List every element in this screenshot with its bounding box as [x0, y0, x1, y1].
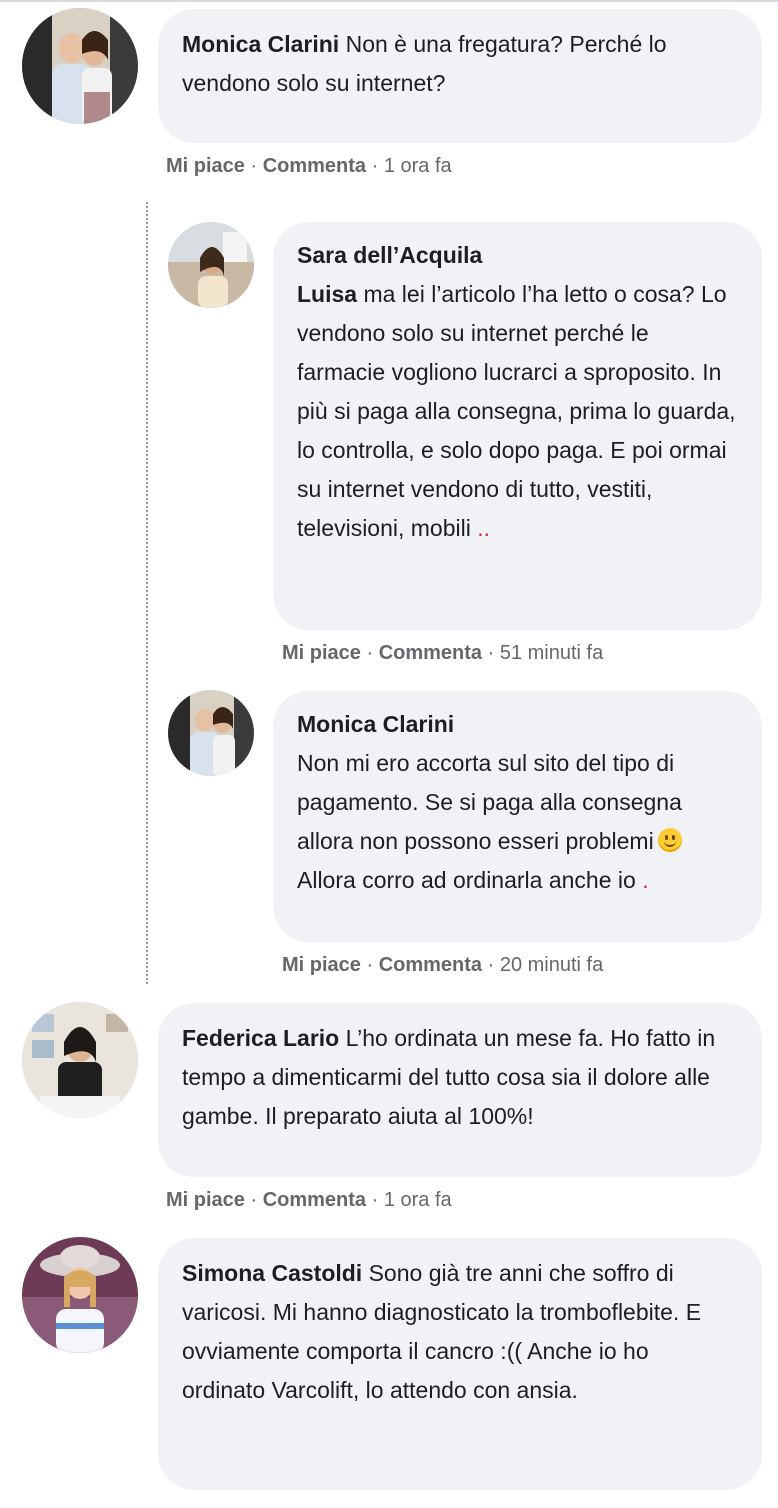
- comment-author[interactable]: Monica Clarini: [182, 31, 339, 57]
- comment-author[interactable]: Federica Lario: [182, 1025, 339, 1051]
- comment-timestamp: 1 ora fa: [383, 155, 452, 177]
- comment-actions: Mi piace · Commenta · 1 ora fa: [166, 1189, 452, 1211]
- reply-button[interactable]: Commenta: [379, 642, 482, 664]
- reply-trailing-mark: .: [642, 867, 649, 893]
- top-divider: [0, 0, 778, 2]
- reply-button[interactable]: Commenta: [263, 155, 366, 177]
- reply-timestamp: 20 minuti fa: [499, 954, 604, 976]
- reply-button[interactable]: Commenta: [263, 1189, 366, 1211]
- like-button[interactable]: Mi piace: [282, 642, 361, 664]
- comment-timestamp: 1 ora fa: [383, 1189, 452, 1211]
- reply-text-continued: Allora corro ad ordinarla anche io: [297, 867, 643, 893]
- avatar-photo-couple: [22, 8, 138, 124]
- comment-bubble: Federica Lario L’ho ordinata un mese fa.…: [158, 1003, 762, 1177]
- avatar-photo-woman-hat: [22, 1237, 138, 1353]
- avatar[interactable]: [22, 1237, 138, 1353]
- avatar[interactable]: [168, 222, 254, 308]
- avatar-photo-couple: [168, 690, 254, 776]
- avatar[interactable]: [22, 8, 138, 124]
- slightly-smiling-face-icon: [657, 828, 682, 852]
- like-button[interactable]: Mi piace: [166, 1189, 245, 1211]
- avatar[interactable]: [168, 690, 254, 776]
- avatar-photo-woman-office: [168, 222, 254, 308]
- reply-text: ma lei l’articolo l’ha letto o cosa? Lo …: [297, 281, 736, 541]
- like-button[interactable]: Mi piace: [282, 954, 361, 976]
- reply-actions: Mi piace · Commenta · 20 minuti fa: [282, 954, 604, 976]
- like-button[interactable]: Mi piace: [166, 155, 245, 177]
- avatar[interactable]: [22, 1002, 138, 1118]
- avatar-photo-woman-desk: [22, 1002, 138, 1118]
- reply-trailing-mark: ..: [477, 515, 491, 541]
- comment-bubble: Simona Castoldi Sono già tre anni che so…: [158, 1238, 762, 1490]
- reply-mention[interactable]: Luisa: [297, 281, 357, 307]
- reply-actions: Mi piace · Commenta · 51 minuti fa: [282, 642, 604, 664]
- reply-author[interactable]: Sara dell’Acquila: [297, 236, 738, 275]
- reply-bubble: Sara dell’Acquila Luisa ma lei l’articol…: [273, 222, 762, 630]
- reply-bubble: Monica Clarini Non mi ero accorta sul si…: [273, 691, 762, 942]
- comment-bubble: Monica Clarini Non è una fregatura? Perc…: [158, 9, 762, 143]
- comment-actions: Mi piace · Commenta · 1 ora fa: [166, 155, 452, 177]
- reply-button[interactable]: Commenta: [379, 954, 482, 976]
- reply-author[interactable]: Monica Clarini: [297, 705, 738, 744]
- reply-thread-line: [146, 202, 148, 984]
- comment-author[interactable]: Simona Castoldi: [182, 1260, 362, 1286]
- reply-timestamp: 51 minuti fa: [499, 642, 604, 664]
- reply-text: Non mi ero accorta sul sito del tipo di …: [297, 750, 682, 854]
